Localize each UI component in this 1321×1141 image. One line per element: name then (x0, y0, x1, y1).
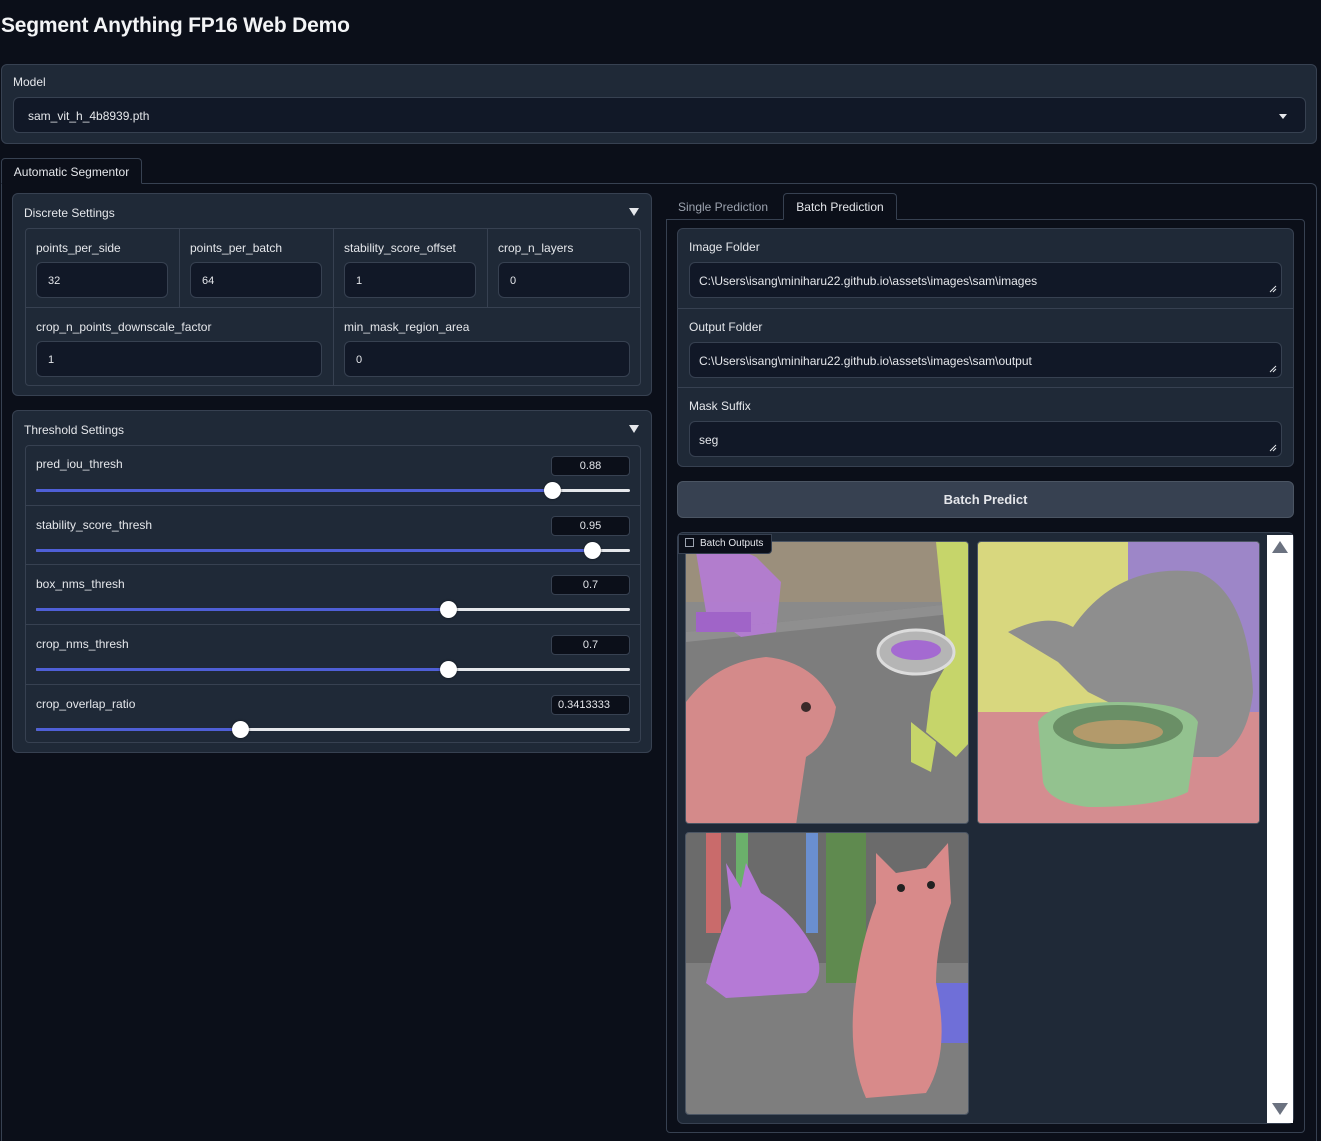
slider-label: box_nms_thresh (36, 577, 125, 591)
field-label: crop_n_points_downscale_factor (36, 320, 212, 334)
discrete-settings-title[interactable]: Discrete Settings (24, 206, 115, 220)
slider-label: crop_overlap_ratio (36, 697, 136, 711)
output-folder-field: Output Folder C:\Users\isang\miniharu22.… (678, 309, 1293, 388)
discrete-settings-accordion: Discrete Settings points_per_side 32 poi… (12, 193, 652, 396)
field-min-mask-region-area: min_mask_region_area 0 (334, 308, 640, 385)
tab-batch-prediction[interactable]: Batch Prediction (783, 193, 897, 220)
slider-thumb[interactable] (440, 661, 458, 678)
threshold-sliders: pred_iou_thresh 0.88 stability_score_thr… (25, 445, 641, 743)
field-points-per-side: points_per_side 32 (26, 229, 180, 308)
slider-thumb[interactable] (440, 601, 458, 618)
field-crop-n-layers: crop_n_layers 0 (488, 229, 640, 308)
discrete-grid: points_per_side 32 points_per_batch 64 s… (25, 228, 641, 386)
crop-nms-thresh-number[interactable]: 0.7 (551, 635, 630, 655)
scroll-down-icon[interactable] (1272, 1103, 1288, 1115)
slider-fill (36, 608, 449, 611)
tab-automatic-segmentor[interactable]: Automatic Segmentor (1, 158, 142, 184)
slider-stability-score-thresh: stability_score_thresh 0.95 (26, 506, 640, 565)
slider-thumb[interactable] (583, 542, 601, 559)
model-selected-value: sam_vit_h_4b8939.pth (28, 109, 150, 123)
slider-label: stability_score_thresh (36, 518, 153, 532)
mask-suffix-value: seg (699, 433, 719, 447)
slider-crop-overlap-ratio: crop_overlap_ratio 0.3413333 (26, 685, 640, 742)
slider-fill (36, 728, 240, 731)
slider-label: pred_iou_thresh (36, 457, 123, 471)
field-stability-score-offset: stability_score_offset 1 (334, 229, 488, 308)
crop-n-points-downscale-factor-input[interactable]: 1 (36, 341, 322, 377)
model-block: Model sam_vit_h_4b8939.pth (1, 64, 1317, 144)
slider-box-nms-thresh: box_nms_thresh 0.7 (26, 565, 640, 625)
gallery-scrollbar[interactable] (1267, 535, 1293, 1123)
batch-outputs-label: Batch Outputs (678, 534, 773, 554)
slider-track[interactable] (36, 542, 630, 559)
scroll-up-icon[interactable] (1272, 541, 1288, 553)
mask-suffix-field: Mask Suffix seg (678, 388, 1293, 466)
model-label: Model (13, 75, 46, 89)
output-folder-input[interactable]: C:\Users\isang\miniharu22.github.io\asse… (689, 342, 1282, 378)
image-folder-label: Image Folder (689, 240, 760, 254)
field-label: points_per_side (36, 241, 121, 255)
resize-grip-icon[interactable] (1269, 444, 1277, 452)
segmented-image-dog (686, 542, 968, 823)
field-label: crop_n_layers (498, 241, 574, 255)
slider-track[interactable] (36, 661, 630, 678)
min-mask-region-area-input[interactable]: 0 (344, 341, 630, 377)
gallery-thumbnail[interactable] (977, 541, 1260, 824)
resize-grip-icon[interactable] (1269, 365, 1277, 373)
slider-track[interactable] (36, 601, 630, 618)
page-title: Segment Anything FP16 Web Demo (1, 14, 350, 37)
threshold-settings-title[interactable]: Threshold Settings (24, 423, 124, 437)
slider-fill (36, 489, 552, 492)
segmented-image-corgi-cat (686, 833, 968, 1114)
slider-thumb[interactable] (231, 721, 249, 738)
field-label: stability_score_offset (344, 241, 456, 255)
output-folder-value: C:\Users\isang\miniharu22.github.io\asse… (699, 354, 1032, 368)
pred-iou-thresh-number[interactable]: 0.88 (551, 456, 630, 476)
mask-suffix-label: Mask Suffix (689, 399, 751, 413)
chevron-down-icon (1279, 114, 1287, 119)
slider-track[interactable] (36, 721, 630, 738)
slider-crop-nms-thresh: crop_nms_thresh 0.7 (26, 625, 640, 685)
mask-suffix-input[interactable]: seg (689, 421, 1282, 457)
points-per-side-input[interactable]: 32 (36, 262, 168, 298)
points-per-batch-input[interactable]: 64 (190, 262, 322, 298)
model-dropdown[interactable]: sam_vit_h_4b8939.pth (13, 97, 1306, 133)
image-folder-value: C:\Users\isang\miniharu22.github.io\asse… (699, 274, 1038, 288)
image-folder-input[interactable]: C:\Users\isang\miniharu22.github.io\asse… (689, 262, 1282, 298)
slider-fill (36, 549, 592, 552)
triangle-collapse-icon[interactable] (629, 208, 639, 216)
batch-predict-button[interactable]: Batch Predict (677, 481, 1294, 518)
batch-outputs-gallery (677, 532, 1294, 1124)
image-icon (685, 538, 694, 547)
field-label: min_mask_region_area (344, 320, 470, 334)
triangle-collapse-icon[interactable] (629, 425, 639, 433)
box-nms-thresh-number[interactable]: 0.7 (551, 575, 630, 595)
crop-n-layers-input[interactable]: 0 (498, 262, 630, 298)
gallery-thumbnail[interactable] (685, 832, 969, 1115)
segmented-image-cat-eating (978, 542, 1259, 823)
slider-fill (36, 668, 449, 671)
crop-overlap-ratio-number[interactable]: 0.3413333 (551, 695, 630, 715)
field-crop-n-points-downscale-factor: crop_n_points_downscale_factor 1 (26, 308, 334, 385)
image-folder-field: Image Folder C:\Users\isang\miniharu22.g… (678, 229, 1293, 309)
tab-single-prediction[interactable]: Single Prediction (670, 194, 776, 220)
stability-score-thresh-number[interactable]: 0.95 (551, 516, 630, 536)
gallery-thumbnail[interactable] (685, 541, 969, 824)
slider-pred-iou-thresh: pred_iou_thresh 0.88 (26, 446, 640, 506)
field-label: points_per_batch (190, 241, 283, 255)
batch-fields: Image Folder C:\Users\isang\miniharu22.g… (677, 228, 1294, 467)
stability-score-offset-input[interactable]: 1 (344, 262, 476, 298)
output-folder-label: Output Folder (689, 320, 763, 334)
batch-outputs-text: Batch Outputs (700, 538, 764, 549)
field-points-per-batch: points_per_batch 64 (180, 229, 334, 308)
slider-track[interactable] (36, 482, 630, 499)
slider-thumb[interactable] (543, 482, 561, 499)
threshold-settings-accordion: Threshold Settings pred_iou_thresh 0.88 … (12, 410, 652, 753)
slider-label: crop_nms_thresh (36, 637, 129, 651)
resize-grip-icon[interactable] (1269, 285, 1277, 293)
